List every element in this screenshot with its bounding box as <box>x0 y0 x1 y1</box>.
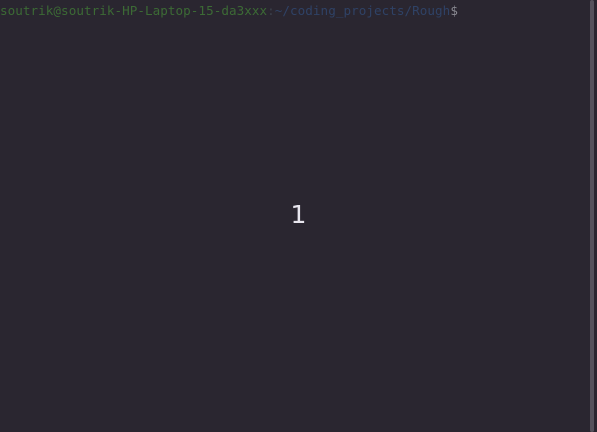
shell-prompt: soutrik@soutrik-HP-Laptop-15-da3xxx:~/co… <box>0 2 458 19</box>
prompt-user-host: soutrik@soutrik-HP-Laptop-15-da3xxx <box>0 3 268 18</box>
prompt-symbol: $ <box>450 3 458 18</box>
scrollbar[interactable] <box>588 0 597 432</box>
terminal-window[interactable]: soutrik@soutrik-HP-Laptop-15-da3xxx:~/co… <box>0 0 597 432</box>
prompt-separator: : <box>267 3 275 18</box>
scrollbar-thumb[interactable] <box>590 0 594 432</box>
prompt-path: ~/coding_projects/Rough <box>274 3 451 18</box>
output-text: 1 <box>290 200 307 229</box>
